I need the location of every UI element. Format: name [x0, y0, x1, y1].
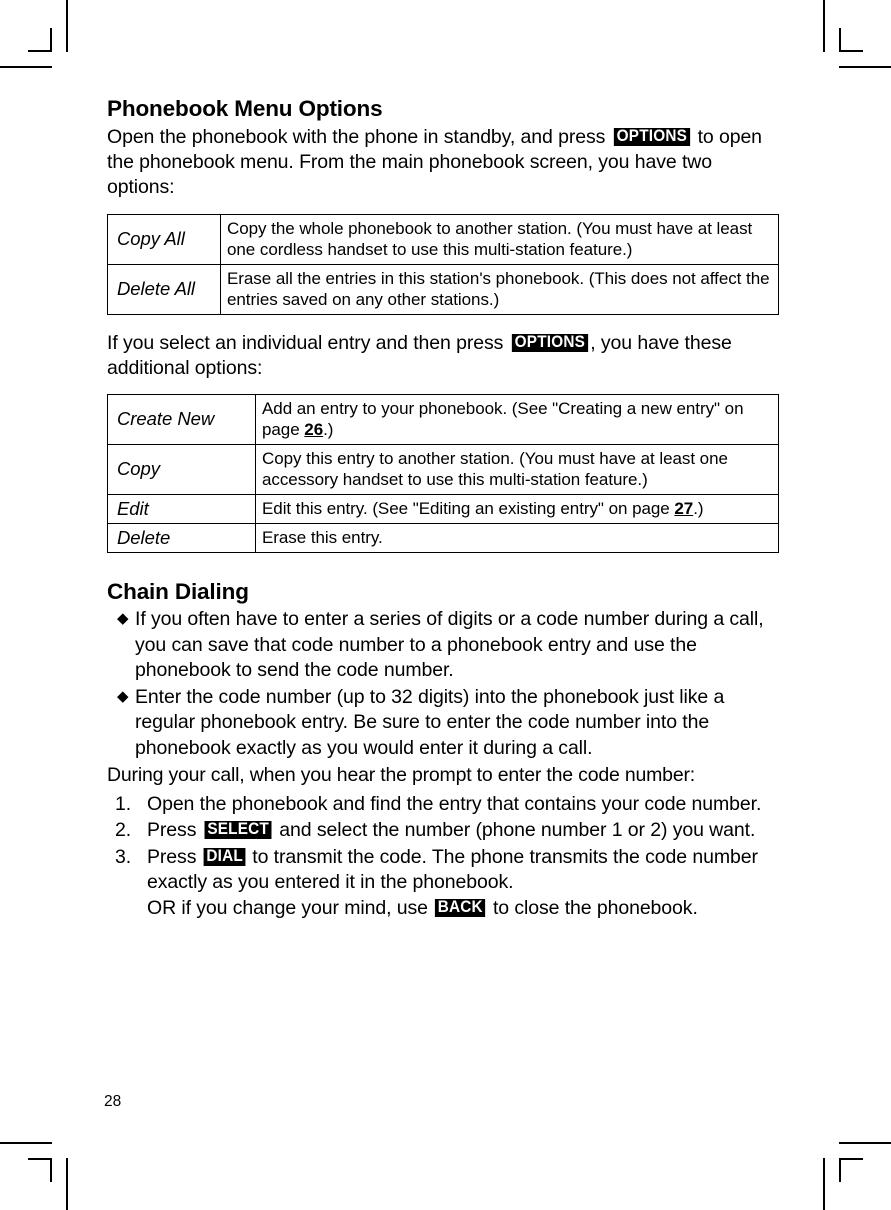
step-text-before-key: Press [147, 819, 202, 842]
crop-mark-vertical [823, 0, 825, 52]
intro2-text-before-key: If you select an individual entry and th… [107, 331, 509, 354]
list-item: ◆ Enter the code number (up to 32 digits… [107, 685, 779, 762]
diamond-bullet-icon: ◆ [117, 687, 129, 705]
step-text: Open the phonebook and find the entry th… [147, 792, 762, 815]
crop-mark-inner-vertical [50, 1158, 52, 1182]
option-description: Copy the whole phonebook to another stat… [220, 213, 779, 265]
diamond-bullet-icon: ◆ [117, 610, 129, 628]
page-title: Phonebook Menu Options [107, 96, 383, 121]
crop-mark-inner-vertical [50, 28, 52, 52]
steps-lead-in: During your call, when you hear the prom… [107, 764, 695, 787]
option-description: Edit this entry. (See "Editing an existi… [255, 493, 779, 524]
crop-mark-inner-horizontal [28, 1158, 52, 1160]
crop-mark-vertical [823, 1158, 825, 1210]
desc-text: Copy this entry to another station. (You… [262, 448, 728, 489]
option-term: Delete [107, 522, 256, 553]
crop-mark-vertical [66, 1158, 68, 1210]
dial-key-label[interactable]: DIAL [203, 848, 246, 866]
desc-text-tail: .) [693, 498, 704, 518]
option-description: Copy this entry to another station. (You… [255, 443, 779, 495]
list-item: 2. Press SELECT and select the number (p… [107, 818, 779, 844]
intro-paragraph-2: If you select an individual entry and th… [107, 331, 779, 381]
chain-dialing-heading: Chain Dialing [107, 578, 249, 604]
step-alt-text-before-key: OR if you change your mind, use [147, 896, 434, 919]
crop-mark-horizontal [0, 66, 52, 68]
table-row: Create New Add an entry to your phoneboo… [107, 393, 779, 445]
option-term: Edit [107, 493, 256, 524]
option-description: Erase all the entries in this station's … [220, 263, 779, 315]
intro-paragraph-1: Open the phonebook with the phone in sta… [107, 125, 779, 200]
crop-mark-inner-horizontal [839, 50, 863, 52]
option-description: Add an entry to your phonebook. (See "Cr… [255, 393, 779, 445]
crop-mark-bottom-right [821, 1140, 891, 1210]
desc-text: Add an entry to your phonebook. (See "Cr… [262, 398, 744, 439]
desc-text: Erase this entry. [262, 527, 383, 547]
bullet-text: Enter the code number (up to 32 digits) … [135, 685, 725, 759]
page-reference-link[interactable]: 26 [304, 420, 323, 439]
option-term: Delete All [107, 263, 221, 315]
options-key-label[interactable]: OPTIONS [511, 333, 588, 352]
page-content: Phonebook Menu Options Open the phoneboo… [107, 96, 779, 922]
back-key-label[interactable]: BACK [435, 899, 486, 917]
option-term: Copy [107, 443, 256, 495]
table-row: Edit Edit this entry. (See "Editing an e… [107, 493, 779, 524]
step-number: 2. [115, 819, 132, 842]
crop-mark-top-right [821, 0, 891, 70]
crop-mark-inner-horizontal [839, 1158, 863, 1160]
bullet-text: If you often have to enter a series of d… [135, 608, 764, 682]
option-description: Erase this entry. [255, 522, 779, 553]
table-row: Delete All Erase all the entries in this… [107, 263, 779, 315]
chain-dialing-steps: 1. Open the phonebook and find the entry… [107, 792, 779, 922]
step-number: 1. [115, 792, 132, 815]
table-row: Copy All Copy the whole phonebook to ano… [107, 213, 779, 265]
step-alt-text-after-key: to close the phonebook. [487, 896, 698, 919]
step-text-before-key: Press [147, 845, 202, 868]
crop-mark-inner-vertical [839, 1158, 841, 1182]
list-item: 1. Open the phonebook and find the entry… [107, 792, 779, 818]
intro-text-before-key: Open the phonebook with the phone in sta… [107, 125, 611, 148]
crop-mark-top-left [0, 0, 70, 70]
crop-mark-horizontal [839, 66, 891, 68]
crop-mark-vertical [66, 0, 68, 52]
entry-options-table: Create New Add an entry to your phoneboo… [107, 393, 779, 553]
crop-mark-horizontal [0, 1142, 52, 1144]
table-row: Copy Copy this entry to another station.… [107, 443, 779, 495]
select-key-label[interactable]: SELECT [204, 821, 272, 840]
page-number: 28 [104, 1093, 122, 1110]
step-number: 3. [115, 845, 132, 868]
crop-mark-inner-horizontal [28, 50, 52, 52]
crop-mark-horizontal [839, 1142, 891, 1144]
table-row: Delete Erase this entry. [107, 522, 779, 553]
desc-text-tail: .) [323, 419, 334, 439]
crop-mark-bottom-left [0, 1140, 70, 1210]
crop-mark-inner-vertical [839, 28, 841, 52]
option-term: Create New [107, 393, 256, 445]
list-item: 3. Press DIAL to transmit the code. The … [107, 845, 779, 922]
desc-text: Edit this entry. (See "Editing an existi… [262, 498, 675, 518]
options-key-label[interactable]: OPTIONS [613, 127, 690, 146]
option-term: Copy All [107, 213, 221, 265]
page-reference-link[interactable]: 27 [674, 499, 693, 518]
phonebook-menu-options-table: Copy All Copy the whole phonebook to ano… [107, 213, 779, 315]
chain-dialing-bullet-list: ◆ If you often have to enter a series of… [107, 607, 779, 761]
step-text-after-key: and select the number (phone number 1 or… [273, 819, 756, 842]
list-item: ◆ If you often have to enter a series of… [107, 607, 779, 684]
